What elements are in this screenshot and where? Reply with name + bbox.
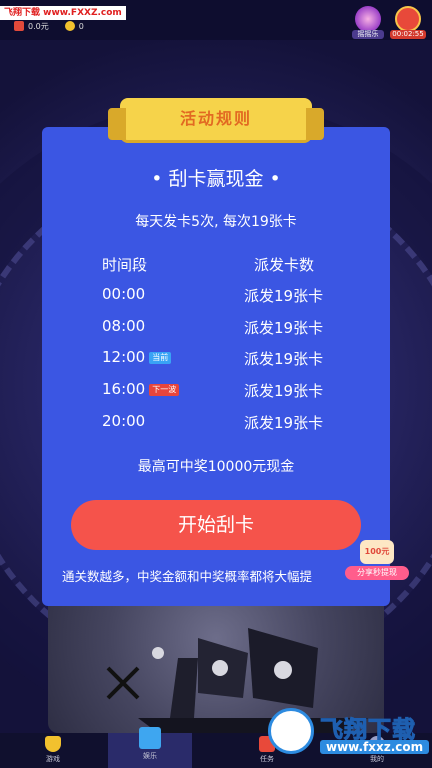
schedule-time: 16:00 下一波 <box>102 380 180 398</box>
schedule-cards: 派发19张卡 <box>244 350 324 368</box>
footer-note: 通关数越多，中奖金额和中奖概率都将大幅提 <box>62 569 313 584</box>
red-envelope-gift-icon <box>395 6 421 32</box>
nav-item-entertainment[interactable]: 娱乐 <box>108 727 192 768</box>
shake-button[interactable]: 摇摇乐 <box>352 6 384 39</box>
watermark-logo-icon <box>268 708 314 754</box>
shake-label: 摇摇乐 <box>352 30 384 39</box>
card-subtitle: 每天发卡5次, 每次19张卡 <box>135 214 297 230</box>
watermark-text: 飞翔下载 <box>320 717 416 744</box>
gift-icon <box>139 727 161 749</box>
nav-label: 游戏 <box>46 755 60 763</box>
nav-label: 娱乐 <box>143 752 157 760</box>
schedule-time: 08:00 <box>102 317 146 335</box>
trophy-icon <box>45 736 61 752</box>
max-prize-text: 最高可中奖10000元现金 <box>137 459 295 475</box>
card-title: • 刮卡赢现金 • <box>151 168 281 190</box>
share-withdraw-button[interactable]: 100元 分享秒提现 <box>345 540 409 586</box>
red-envelope-icon <box>14 21 24 31</box>
nav-item-games[interactable]: 游戏 <box>26 733 80 768</box>
site-tag: 飞翔下载 www.FXXZ.com <box>0 6 126 20</box>
timer-label: 00:02:55 <box>390 30 426 39</box>
header-cards: 派发卡数 <box>254 256 315 274</box>
watermark: 飞翔下载 www.fxxz.com <box>268 706 430 762</box>
top-bar: 飞翔下载 www.FXXZ.com 0.0元 0 摇摇乐 00:02:55 <box>0 0 432 40</box>
rules-card: • 刮卡赢现金 • 每天发卡5次, 每次19张卡 时间段 派发卡数 00:00 … <box>42 127 390 606</box>
start-scratch-button[interactable]: 开始刮卡 <box>71 500 361 550</box>
money-bag-icon: 100元 <box>360 540 394 564</box>
balance-row: 0.0元 0 <box>14 21 84 33</box>
rules-title: 活动规则 <box>179 109 252 128</box>
header-time: 时间段 <box>102 256 148 274</box>
schedule-time: 12:00 当前 <box>102 348 172 366</box>
share-label: 分享秒提现 <box>345 566 409 580</box>
schedule-cards: 派发19张卡 <box>244 319 324 337</box>
schedule-cards: 派发19张卡 <box>244 414 324 432</box>
rules-ribbon: 活动规则 <box>108 98 324 140</box>
cash-balance: 0.0元 <box>28 22 49 31</box>
next-badge: 下一波 <box>149 384 180 396</box>
coin-balance: 0 <box>78 22 84 31</box>
current-badge: 当前 <box>149 352 172 364</box>
schedule-time: 20:00 <box>102 412 146 430</box>
watermark-url: www.fxxz.com <box>320 740 430 754</box>
schedule-cards: 派发19张卡 <box>244 382 324 400</box>
schedule-time: 00:00 <box>102 285 146 303</box>
shake-icon <box>355 6 381 32</box>
timer-gift-button[interactable]: 00:02:55 <box>390 6 426 39</box>
schedule-cards: 派发19张卡 <box>244 287 324 305</box>
coin-icon <box>64 21 75 31</box>
